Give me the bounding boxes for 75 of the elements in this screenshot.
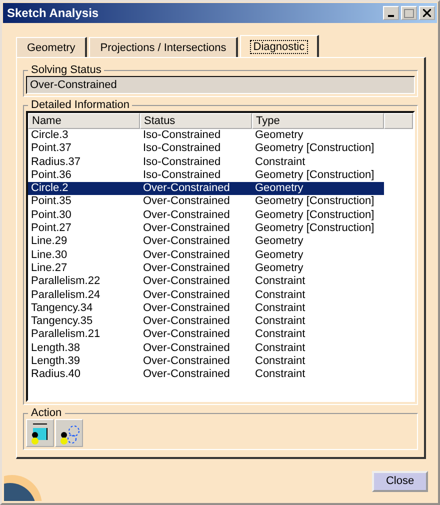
group-title: Detailed Information bbox=[30, 99, 130, 111]
tab[interactable]: Diagnostic bbox=[240, 35, 319, 57]
table-cell[interactable]: Line.29 bbox=[28, 235, 140, 249]
minimize-button[interactable] bbox=[383, 6, 399, 20]
table-cell[interactable]: Constraint bbox=[252, 288, 384, 302]
table-cell[interactable]: Geometry bbox=[252, 129, 384, 142]
table-cell[interactable]: Constraint bbox=[252, 328, 384, 342]
table-cell[interactable]: Length.38 bbox=[28, 342, 140, 356]
table-cell[interactable]: Constraint bbox=[252, 156, 384, 169]
table-cell[interactable]: Point.35 bbox=[28, 195, 140, 209]
table-cell[interactable]: Over-Constrained bbox=[140, 222, 252, 236]
table-cell[interactable]: Line.27 bbox=[28, 262, 140, 276]
table-cell[interactable]: Over-Constrained bbox=[140, 195, 252, 209]
table-cell[interactable]: Point.27 bbox=[28, 222, 140, 236]
maximize-icon bbox=[404, 8, 414, 18]
group-title: Action bbox=[30, 407, 63, 419]
table-cell[interactable]: Tangency.35 bbox=[28, 315, 140, 328]
table-cell[interactable]: Length.39 bbox=[28, 355, 140, 368]
table-cell[interactable]: Over-Constrained bbox=[140, 368, 252, 382]
table-cell[interactable]: Geometry bbox=[252, 248, 384, 262]
table-cell[interactable]: Over-Constrained bbox=[140, 262, 252, 276]
group-title: Solving Status bbox=[30, 64, 102, 76]
close-button[interactable] bbox=[419, 6, 435, 20]
table-cell[interactable]: Over-Constrained bbox=[140, 208, 252, 222]
table-cell[interactable]: Tangency.34 bbox=[28, 302, 140, 316]
table-cell[interactable]: Geometry [Construction] bbox=[252, 142, 384, 156]
table-cell[interactable]: Parallelism.24 bbox=[28, 288, 140, 302]
table-cell[interactable]: Geometry bbox=[252, 182, 384, 196]
dimension-constraint-button[interactable] bbox=[26, 419, 54, 447]
table-cell[interactable]: Parallelism.21 bbox=[28, 328, 140, 342]
table-cell[interactable]: Geometry [Construction] bbox=[252, 195, 384, 209]
column-header[interactable]: Type bbox=[252, 113, 384, 129]
table-cell[interactable]: Iso-Constrained bbox=[140, 129, 252, 142]
table-cell[interactable]: Radius.37 bbox=[28, 156, 140, 169]
table-cell[interactable]: Constraint bbox=[252, 275, 384, 289]
close-icon bbox=[423, 9, 431, 17]
table-cell[interactable]: Over-Constrained bbox=[140, 182, 252, 196]
table-cell[interactable]: Iso-Constrained bbox=[140, 156, 252, 169]
table-cell[interactable]: Parallelism.22 bbox=[28, 275, 140, 289]
table-cell[interactable]: Over-Constrained bbox=[140, 235, 252, 249]
table-cell[interactable]: Over-Constrained bbox=[140, 342, 252, 356]
table-cell[interactable]: Point.36 bbox=[28, 168, 140, 182]
table-cell[interactable]: Geometry [Construction] bbox=[252, 222, 384, 236]
table-cell[interactable]: Geometry bbox=[252, 262, 384, 276]
circles-constraint-button[interactable] bbox=[55, 419, 83, 447]
table-cell[interactable]: Point.37 bbox=[28, 142, 140, 156]
table-cell[interactable]: Circle.2 bbox=[28, 182, 140, 196]
table-cell[interactable]: Constraint bbox=[252, 355, 384, 368]
table-cell[interactable]: Geometry [Construction] bbox=[252, 168, 384, 182]
table-cell[interactable]: Iso-Constrained bbox=[140, 168, 252, 182]
table-cell[interactable]: Over-Constrained bbox=[140, 288, 252, 302]
table-cell[interactable]: Over-Constrained bbox=[140, 248, 252, 262]
column-header[interactable]: Name bbox=[28, 113, 140, 129]
column-header[interactable]: Status bbox=[140, 113, 252, 129]
table-cell[interactable]: Over-Constrained bbox=[140, 315, 252, 328]
tab[interactable]: Geometry bbox=[16, 37, 88, 57]
table-cell[interactable]: Geometry bbox=[252, 235, 384, 249]
table-cell[interactable]: Radius.40 bbox=[28, 368, 140, 382]
close-button[interactable]: Close bbox=[372, 470, 428, 492]
window-title: Sketch Analysis bbox=[7, 6, 100, 20]
status-field: Over-Constrained bbox=[26, 76, 415, 94]
tab[interactable]: Projections / Intersections bbox=[89, 37, 238, 57]
table-cell[interactable]: Over-Constrained bbox=[140, 328, 252, 342]
table-cell[interactable]: Over-Constrained bbox=[140, 275, 252, 289]
table-cell[interactable]: Over-Constrained bbox=[140, 302, 252, 316]
table-cell[interactable]: Constraint bbox=[252, 315, 384, 328]
table-cell[interactable]: Geometry [Construction] bbox=[252, 208, 384, 222]
table-cell[interactable]: Over-Constrained bbox=[140, 355, 252, 368]
table-cell[interactable]: Point.30 bbox=[28, 208, 140, 222]
table-cell[interactable]: Circle.3 bbox=[28, 129, 140, 142]
table-cell[interactable]: Constraint bbox=[252, 342, 384, 356]
table-cell[interactable]: Line.30 bbox=[28, 248, 140, 262]
table-cell[interactable]: Constraint bbox=[252, 368, 384, 382]
table-cell[interactable]: Iso-Constrained bbox=[140, 142, 252, 156]
table-cell[interactable]: Constraint bbox=[252, 302, 384, 316]
